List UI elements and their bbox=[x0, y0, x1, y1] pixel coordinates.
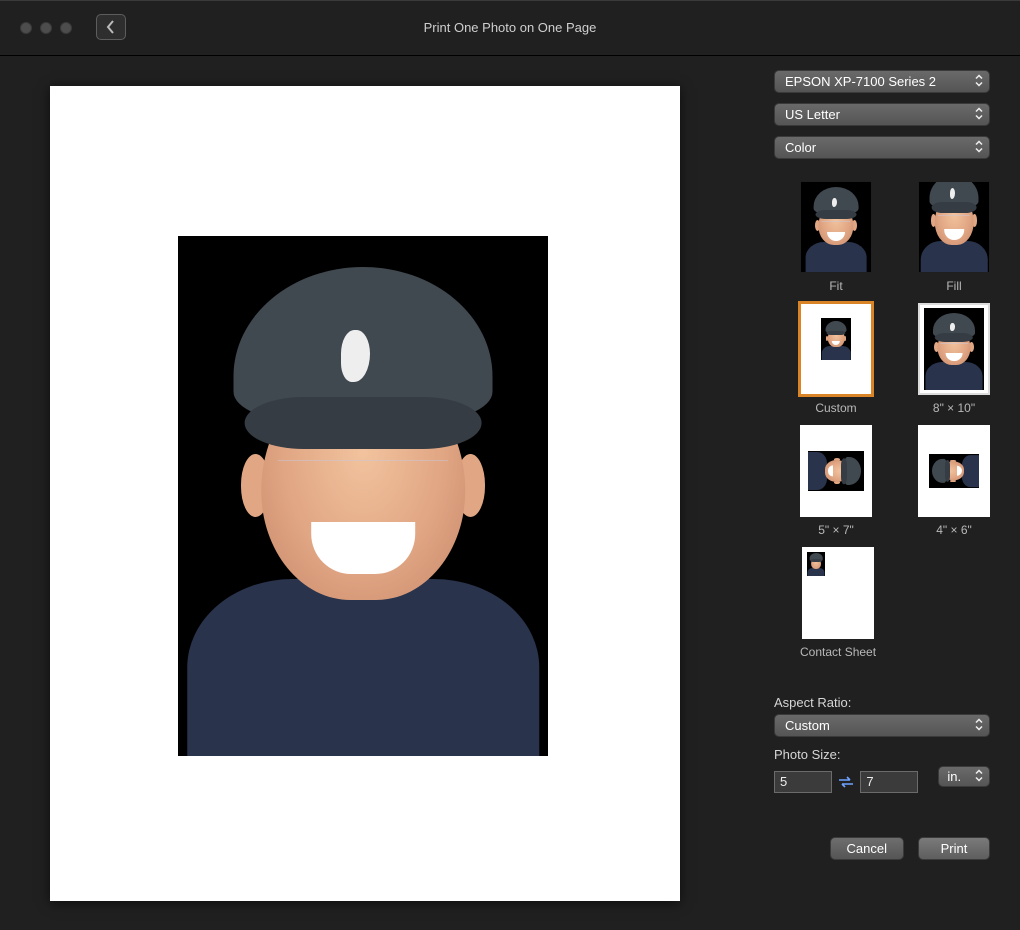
layout-label: Contact Sheet bbox=[800, 645, 876, 659]
layout-option-fit[interactable]: Fit bbox=[800, 181, 872, 293]
photo-height-input[interactable] bbox=[860, 771, 918, 793]
photo-width-input[interactable] bbox=[774, 771, 832, 793]
color-select[interactable]: Color bbox=[774, 136, 990, 159]
updown-icon bbox=[975, 107, 983, 122]
layout-option-fill[interactable]: Fill bbox=[918, 181, 990, 293]
side-panel: EPSON XP-7100 Series 2 US Letter Color F… bbox=[740, 56, 1020, 930]
layout-option-custom[interactable]: Custom bbox=[800, 303, 872, 415]
paper-size-value: US Letter bbox=[785, 107, 840, 122]
photo-preview bbox=[178, 236, 548, 756]
title-bar: Print One Photo on One Page bbox=[0, 0, 1020, 56]
unit-value: in. bbox=[947, 769, 961, 784]
aspect-ratio-value: Custom bbox=[785, 718, 830, 733]
aspect-ratio-label: Aspect Ratio: bbox=[774, 695, 990, 710]
updown-icon bbox=[975, 769, 983, 784]
cancel-button[interactable]: Cancel bbox=[830, 837, 904, 860]
layout-option-5x7[interactable]: 5" × 7" bbox=[800, 425, 872, 537]
printer-select-value: EPSON XP-7100 Series 2 bbox=[785, 74, 936, 89]
window-traffic-lights bbox=[20, 22, 72, 34]
printer-select[interactable]: EPSON XP-7100 Series 2 bbox=[774, 70, 990, 93]
layout-thumb bbox=[918, 181, 990, 273]
updown-icon bbox=[975, 718, 983, 733]
unit-select[interactable]: in. bbox=[938, 766, 990, 787]
aspect-ratio-select[interactable]: Custom bbox=[774, 714, 990, 737]
updown-icon bbox=[975, 140, 983, 155]
layout-thumb bbox=[802, 547, 874, 639]
swap-dimensions-button[interactable] bbox=[838, 773, 854, 791]
back-button[interactable] bbox=[96, 14, 126, 40]
layout-label: 4" × 6" bbox=[936, 523, 972, 537]
color-value: Color bbox=[785, 140, 816, 155]
layout-thumb bbox=[800, 303, 872, 395]
print-button[interactable]: Print bbox=[918, 837, 990, 860]
layout-label: 8" × 10" bbox=[933, 401, 975, 415]
layout-thumb bbox=[918, 425, 990, 517]
updown-icon bbox=[975, 74, 983, 89]
layout-option-contact-sheet[interactable]: Contact Sheet bbox=[800, 547, 876, 659]
close-window-dot[interactable] bbox=[20, 22, 32, 34]
layout-thumb bbox=[918, 303, 990, 395]
layout-label: Custom bbox=[815, 401, 856, 415]
minimize-window-dot[interactable] bbox=[40, 22, 52, 34]
paper-size-select[interactable]: US Letter bbox=[774, 103, 990, 126]
layout-thumb bbox=[800, 181, 872, 273]
page-preview bbox=[50, 86, 680, 901]
swap-icon bbox=[838, 776, 854, 788]
photo-size-label: Photo Size: bbox=[774, 747, 990, 762]
layout-label: Fit bbox=[829, 279, 842, 293]
layout-option-8x10[interactable]: 8" × 10" bbox=[918, 303, 990, 415]
zoom-window-dot[interactable] bbox=[60, 22, 72, 34]
chevron-left-icon bbox=[106, 20, 116, 34]
layout-label: 5" × 7" bbox=[818, 523, 854, 537]
print-preview-pane bbox=[0, 56, 740, 930]
layout-options: Fit Fill Custom bbox=[740, 181, 990, 659]
layout-thumb bbox=[800, 425, 872, 517]
window-title: Print One Photo on One Page bbox=[0, 20, 1020, 35]
layout-option-4x6[interactable]: 4" × 6" bbox=[918, 425, 990, 537]
layout-label: Fill bbox=[946, 279, 961, 293]
